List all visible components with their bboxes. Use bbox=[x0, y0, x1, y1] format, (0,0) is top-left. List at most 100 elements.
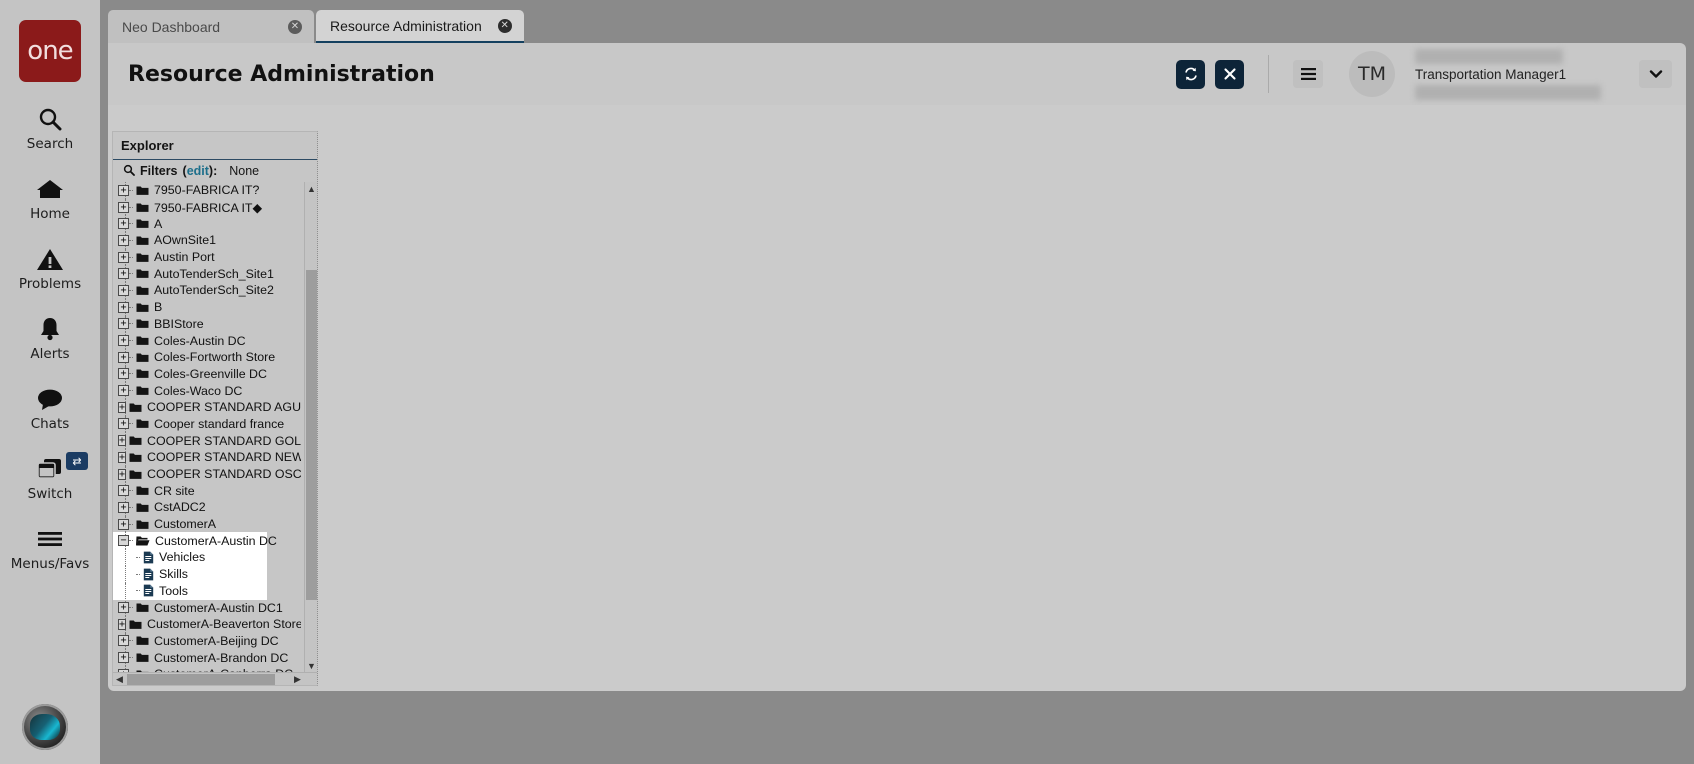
tree-node-folder[interactable]: + CustomerA bbox=[113, 515, 301, 533]
expand-expander-icon[interactable]: + bbox=[118, 234, 129, 246]
close-button[interactable] bbox=[1215, 59, 1244, 89]
brand-logo[interactable]: one bbox=[19, 20, 81, 82]
close-circle-icon[interactable]: ✕ bbox=[288, 20, 302, 34]
tree-node-label: 7950-FABRICA IT? bbox=[154, 183, 260, 198]
tree-node-folder[interactable]: + CustomerA-Beijing DC bbox=[113, 632, 301, 650]
expand-expander-icon[interactable]: + bbox=[118, 635, 129, 647]
horizontal-scroll-thumb[interactable] bbox=[127, 674, 275, 685]
expand-expander-icon[interactable]: + bbox=[118, 301, 129, 313]
caret-left-icon[interactable]: ◀ bbox=[113, 673, 126, 686]
tree-horizontal-scrollbar[interactable]: ◀ ▶ bbox=[113, 672, 317, 685]
sidebar-item-alerts[interactable]: Alerts bbox=[0, 314, 100, 362]
expand-expander-icon[interactable]: + bbox=[118, 368, 129, 380]
expand-expander-icon[interactable]: + bbox=[118, 468, 127, 480]
content-area: Explorer Filters (edit): None +7950-FABR… bbox=[108, 105, 1686, 691]
tree-node-folder[interactable]: + COOPER STANDARD NEW LEXINGT bbox=[113, 449, 301, 466]
sidebar-item-search[interactable]: Search bbox=[0, 104, 100, 152]
expand-expander-icon[interactable]: + bbox=[118, 284, 129, 296]
sidebar-item-problems[interactable]: Problems bbox=[0, 244, 100, 292]
tree-node-folder[interactable]: + COOPER STANDARD GOLDSBORO bbox=[113, 432, 301, 449]
tree-node-folder[interactable]: + B bbox=[113, 298, 301, 316]
expand-expander-icon[interactable]: + bbox=[118, 201, 129, 213]
tree-node-folder[interactable]: + Cooper standard france bbox=[113, 415, 301, 433]
tree-node-folder[interactable]: + Austin Port bbox=[113, 248, 301, 266]
vertical-scroll-thumb[interactable] bbox=[306, 270, 317, 600]
caret-up-icon[interactable]: ▲ bbox=[305, 182, 317, 195]
tab-resource-administration[interactable]: Resource Administration ✕ bbox=[316, 10, 524, 44]
collapse-expander-icon[interactable]: − bbox=[118, 535, 129, 547]
tree-node-label: Vehicles bbox=[159, 550, 206, 565]
tree-connector bbox=[129, 390, 133, 392]
tree-connector bbox=[136, 556, 140, 558]
tree-node-folder[interactable]: − CustomerA-Austin DC bbox=[113, 532, 301, 550]
tree-node-document[interactable]: Vehicles bbox=[113, 549, 301, 566]
tree-node-folder[interactable]: + COOPER STANDARD OSCODA bbox=[113, 465, 301, 483]
hamburger-menu-button[interactable] bbox=[1293, 60, 1323, 88]
sidebar-item-switch[interactable]: ⇄ Switch bbox=[0, 452, 100, 502]
folder-closed-icon bbox=[136, 368, 149, 379]
swap-arrows-icon[interactable]: ⇄ bbox=[66, 452, 88, 470]
expand-expander-icon[interactable]: + bbox=[118, 618, 127, 630]
detail-pane bbox=[322, 131, 1682, 686]
folder-closed-icon bbox=[136, 268, 149, 279]
expand-expander-icon[interactable]: + bbox=[118, 251, 129, 263]
tree-node-folder[interactable]: + AutoTenderSch_Site1 bbox=[113, 265, 301, 283]
sidebar-item-home[interactable]: Home bbox=[0, 174, 100, 222]
close-circle-icon[interactable]: ✕ bbox=[497, 18, 512, 33]
tree-node-folder[interactable]: + CustomerA-Beaverton Store bbox=[113, 615, 301, 633]
tree-node-folder[interactable]: + CstADC2 bbox=[113, 499, 301, 516]
expand-expander-icon[interactable]: + bbox=[118, 451, 127, 463]
folder-closed-icon bbox=[129, 619, 142, 630]
expand-expander-icon[interactable]: + bbox=[118, 318, 129, 330]
expand-expander-icon[interactable]: + bbox=[118, 218, 129, 230]
refresh-button[interactable] bbox=[1176, 59, 1205, 89]
expand-expander-icon[interactable]: + bbox=[118, 184, 129, 196]
tree-node-folder[interactable]: + BBIStore bbox=[113, 315, 301, 333]
tree-node-folder[interactable]: + Coles-Fortworth Store bbox=[113, 348, 301, 366]
sidebar-item-menus-favs[interactable]: Menus/Favs bbox=[0, 524, 100, 572]
tab-label: Neo Dashboard bbox=[122, 19, 221, 35]
tab-neo-dashboard[interactable]: Neo Dashboard ✕ bbox=[108, 10, 314, 44]
caret-down-icon[interactable]: ▼ bbox=[305, 659, 317, 672]
resource-tree[interactable]: +7950-FABRICA IT? +7950-FABRICA IT◆ + A + AOw… bbox=[113, 182, 301, 672]
tree-node-folder[interactable]: + AOwnSite1 bbox=[113, 232, 301, 249]
filters-edit-link[interactable]: (edit): bbox=[183, 164, 218, 178]
avatar[interactable]: TM bbox=[1349, 51, 1395, 97]
tree-node-folder[interactable]: + Coles-Greenville DC bbox=[113, 365, 301, 383]
tree-node-folder[interactable]: + AutoTenderSch_Site2 bbox=[113, 282, 301, 299]
expand-expander-icon[interactable]: + bbox=[118, 501, 129, 513]
tree-vertical-scrollbar[interactable]: ▲ ▼ bbox=[304, 182, 317, 672]
expand-expander-icon[interactable]: + bbox=[118, 602, 129, 614]
tree-node-document[interactable]: Skills bbox=[113, 565, 301, 583]
tree-node-folder[interactable]: + COOPER STANDARD AGUAS SEAL bbox=[113, 398, 301, 416]
user-menu-dropdown-button[interactable] bbox=[1639, 60, 1672, 88]
assistant-orb-icon[interactable] bbox=[22, 704, 68, 750]
expand-expander-icon[interactable]: + bbox=[118, 268, 129, 280]
tree-node-folder[interactable]: + A bbox=[113, 215, 301, 233]
expand-expander-icon[interactable]: + bbox=[118, 401, 127, 413]
bell-icon bbox=[37, 314, 63, 344]
expand-expander-icon[interactable]: + bbox=[118, 485, 129, 497]
caret-right-icon[interactable]: ▶ bbox=[291, 673, 304, 686]
tree-node-folder[interactable]: +7950-FABRICA IT? bbox=[113, 182, 301, 199]
tree-connector bbox=[129, 640, 133, 642]
left-navigation-rail: one Search Home Problems Alerts Chats ⇄ … bbox=[0, 0, 100, 764]
tree-node-folder[interactable]: + CustomerA-Austin DC1 bbox=[113, 599, 301, 616]
expand-expander-icon[interactable]: + bbox=[118, 351, 129, 363]
expand-expander-icon[interactable]: + bbox=[118, 385, 129, 397]
expand-expander-icon[interactable]: + bbox=[118, 435, 127, 447]
sidebar-item-chats[interactable]: Chats bbox=[0, 384, 100, 432]
tree-node-folder[interactable]: + CR site bbox=[113, 482, 301, 500]
expand-expander-icon[interactable]: + bbox=[118, 668, 129, 672]
expand-expander-icon[interactable]: + bbox=[118, 518, 129, 530]
tree-node-folder[interactable]: + Coles-Austin DC bbox=[113, 332, 301, 349]
tree-node-document[interactable]: Tools bbox=[113, 582, 301, 600]
folder-closed-icon bbox=[136, 285, 149, 296]
expand-expander-icon[interactable]: + bbox=[118, 418, 129, 430]
expand-expander-icon[interactable]: + bbox=[118, 652, 129, 664]
tree-node-folder[interactable]: +7950-FABRICA IT◆ bbox=[113, 198, 301, 216]
tree-node-folder[interactable]: + Coles-Waco DC bbox=[113, 382, 301, 399]
expand-expander-icon[interactable]: + bbox=[118, 335, 129, 347]
tree-connector bbox=[129, 540, 133, 542]
tree-node-folder[interactable]: + CustomerA-Brandon DC bbox=[113, 649, 301, 666]
